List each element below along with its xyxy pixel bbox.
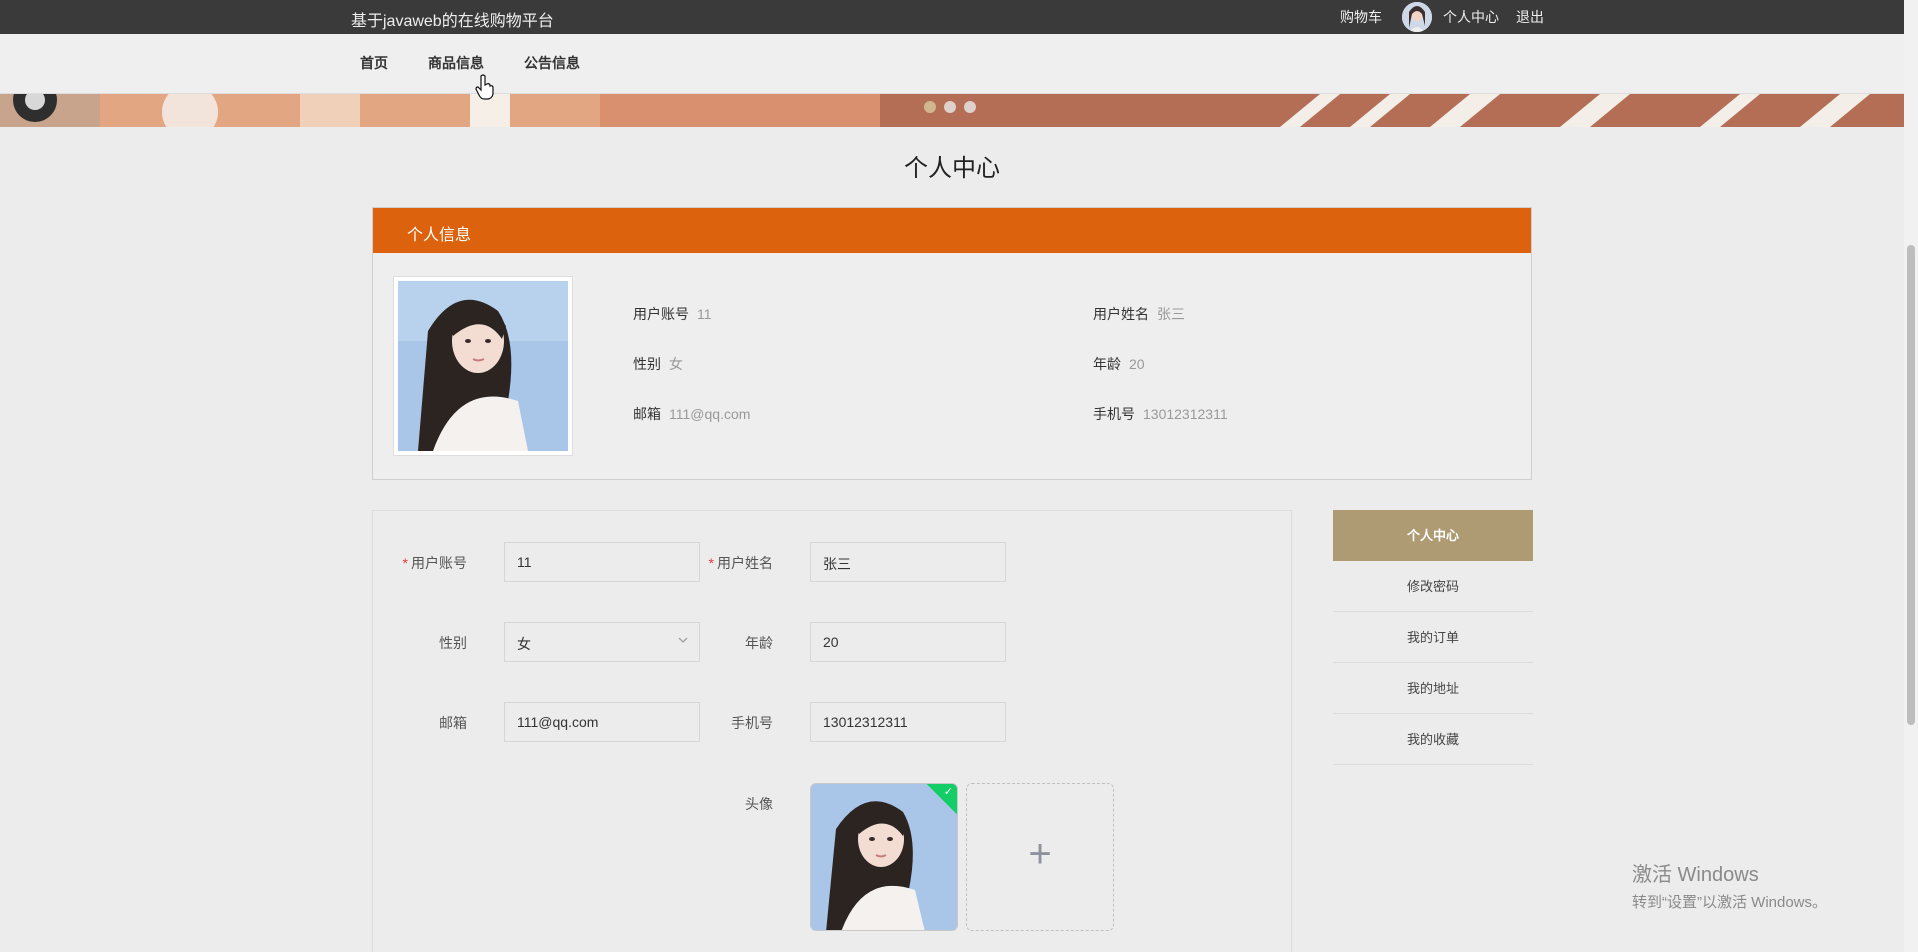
user-avatar-image bbox=[1402, 2, 1432, 32]
nav-home[interactable]: 首页 bbox=[360, 53, 388, 73]
username-input[interactable]: 11 bbox=[504, 542, 700, 582]
profile-edit-form: * 用户账号 11 * 用户姓名 张三 性别 女 年龄 20 邮箱 111@qq.c… bbox=[372, 510, 1292, 952]
avatar-image bbox=[811, 784, 957, 930]
phone-label: 手机号 bbox=[731, 715, 773, 731]
age-label: 年龄 bbox=[745, 635, 773, 651]
menu-my-address[interactable]: 我的地址 bbox=[1333, 663, 1533, 714]
profile-name: 用户姓名 张三 bbox=[1093, 304, 1185, 324]
name-label: * 用户姓名 bbox=[683, 553, 773, 573]
logout-link[interactable]: 退出 bbox=[1516, 7, 1544, 27]
username-label: * 用户账号 bbox=[377, 553, 467, 573]
nav-notices[interactable]: 公告信息 bbox=[524, 53, 580, 73]
profile-name-value: 张三 bbox=[1157, 306, 1185, 322]
profile-photo-image bbox=[398, 281, 568, 451]
plus-icon: + bbox=[1028, 832, 1052, 876]
top-bar: 基于javaweb的在线购物平台 购物车 个人中心 退出 bbox=[0, 0, 1904, 34]
cart-link[interactable]: 购物车 bbox=[1340, 7, 1382, 27]
email-input[interactable]: 111@qq.com bbox=[504, 702, 700, 742]
nav-products[interactable]: 商品信息 bbox=[428, 53, 484, 73]
username-label-text: 用户账号 bbox=[411, 555, 467, 571]
gender-select-value: 女 bbox=[517, 636, 531, 652]
profile-username-label: 用户账号 bbox=[633, 306, 689, 322]
phone-input[interactable]: 13012312311 bbox=[810, 702, 1006, 742]
watermark-title: 激活 Windows bbox=[1632, 864, 1759, 886]
profile-gender-value: 女 bbox=[669, 356, 683, 372]
gender-label: 性别 bbox=[439, 635, 467, 651]
profile-age-value: 20 bbox=[1129, 356, 1145, 372]
profile-photo bbox=[393, 276, 573, 456]
carousel-dot[interactable] bbox=[944, 101, 956, 113]
carousel-indicators bbox=[924, 101, 976, 113]
profile-gender-label: 性别 bbox=[633, 356, 661, 372]
profile-phone: 手机号 13012312311 bbox=[1093, 404, 1228, 424]
profile-name-label: 用户姓名 bbox=[1093, 306, 1149, 322]
watermark-subtitle: 转到“设置”以激活 Windows。 bbox=[1632, 894, 1828, 911]
profile-username-value: 11 bbox=[697, 306, 712, 322]
email-label: 邮箱 bbox=[439, 715, 467, 731]
profile-email: 邮箱 111@qq.com bbox=[633, 404, 750, 424]
avatar-uploaded-image[interactable]: ✓ bbox=[810, 783, 958, 931]
menu-user-center[interactable]: 个人中心 bbox=[1333, 510, 1533, 561]
hand-cursor-icon bbox=[475, 74, 494, 100]
page-title: 个人中心 bbox=[904, 155, 1000, 182]
top-bar-actions: 购物车 个人中心 退出 bbox=[1340, 0, 1544, 34]
profile-phone-value: 13012312311 bbox=[1143, 406, 1228, 422]
profile-age: 年龄 20 bbox=[1093, 354, 1145, 374]
profile-phone-label: 手机号 bbox=[1093, 406, 1135, 422]
site-title: 基于javaweb的在线购物平台 bbox=[351, 13, 554, 30]
main-nav: 首页 商品信息 公告信息 bbox=[0, 34, 1904, 94]
menu-change-password[interactable]: 修改密码 bbox=[1333, 561, 1533, 612]
user-avatar[interactable] bbox=[1402, 2, 1432, 32]
gender-select[interactable]: 女 bbox=[504, 622, 700, 662]
user-side-menu: 个人中心 修改密码 我的订单 我的地址 我的收藏 bbox=[1333, 510, 1533, 765]
name-label-text: 用户姓名 bbox=[717, 555, 773, 571]
avatar-label: 头像 bbox=[745, 796, 773, 812]
carousel-dot[interactable] bbox=[924, 101, 936, 113]
profile-info-header: 个人信息 bbox=[373, 208, 1531, 253]
menu-my-favorites[interactable]: 我的收藏 bbox=[1333, 714, 1533, 765]
profile-username: 用户账号 11 bbox=[633, 304, 712, 324]
scrollbar-thumb[interactable] bbox=[1907, 245, 1915, 725]
profile-info-card: 个人信息 用户账号 11 用户姓名 张三 性别女 年龄 20 邮箱 111@qq.com… bbox=[372, 207, 1532, 480]
carousel-dot[interactable] bbox=[964, 101, 976, 113]
check-icon: ✓ bbox=[943, 786, 953, 798]
required-mark: * bbox=[402, 555, 408, 571]
windows-activation-watermark: 激活 Windows 转到“设置”以激活 Windows。 bbox=[1632, 858, 1827, 912]
name-input[interactable]: 张三 bbox=[810, 542, 1006, 582]
user-center-link[interactable]: 个人中心 bbox=[1443, 7, 1499, 27]
avatar-upload-button[interactable]: + bbox=[966, 783, 1114, 931]
required-mark: * bbox=[708, 555, 714, 571]
age-input[interactable]: 20 bbox=[810, 622, 1006, 662]
profile-age-label: 年龄 bbox=[1093, 356, 1121, 372]
menu-my-orders[interactable]: 我的订单 bbox=[1333, 612, 1533, 663]
profile-email-value: 111@qq.com bbox=[669, 406, 751, 422]
profile-gender: 性别女 bbox=[633, 354, 683, 374]
page-scrollbar[interactable] bbox=[1904, 0, 1918, 952]
profile-email-label: 邮箱 bbox=[633, 406, 661, 422]
